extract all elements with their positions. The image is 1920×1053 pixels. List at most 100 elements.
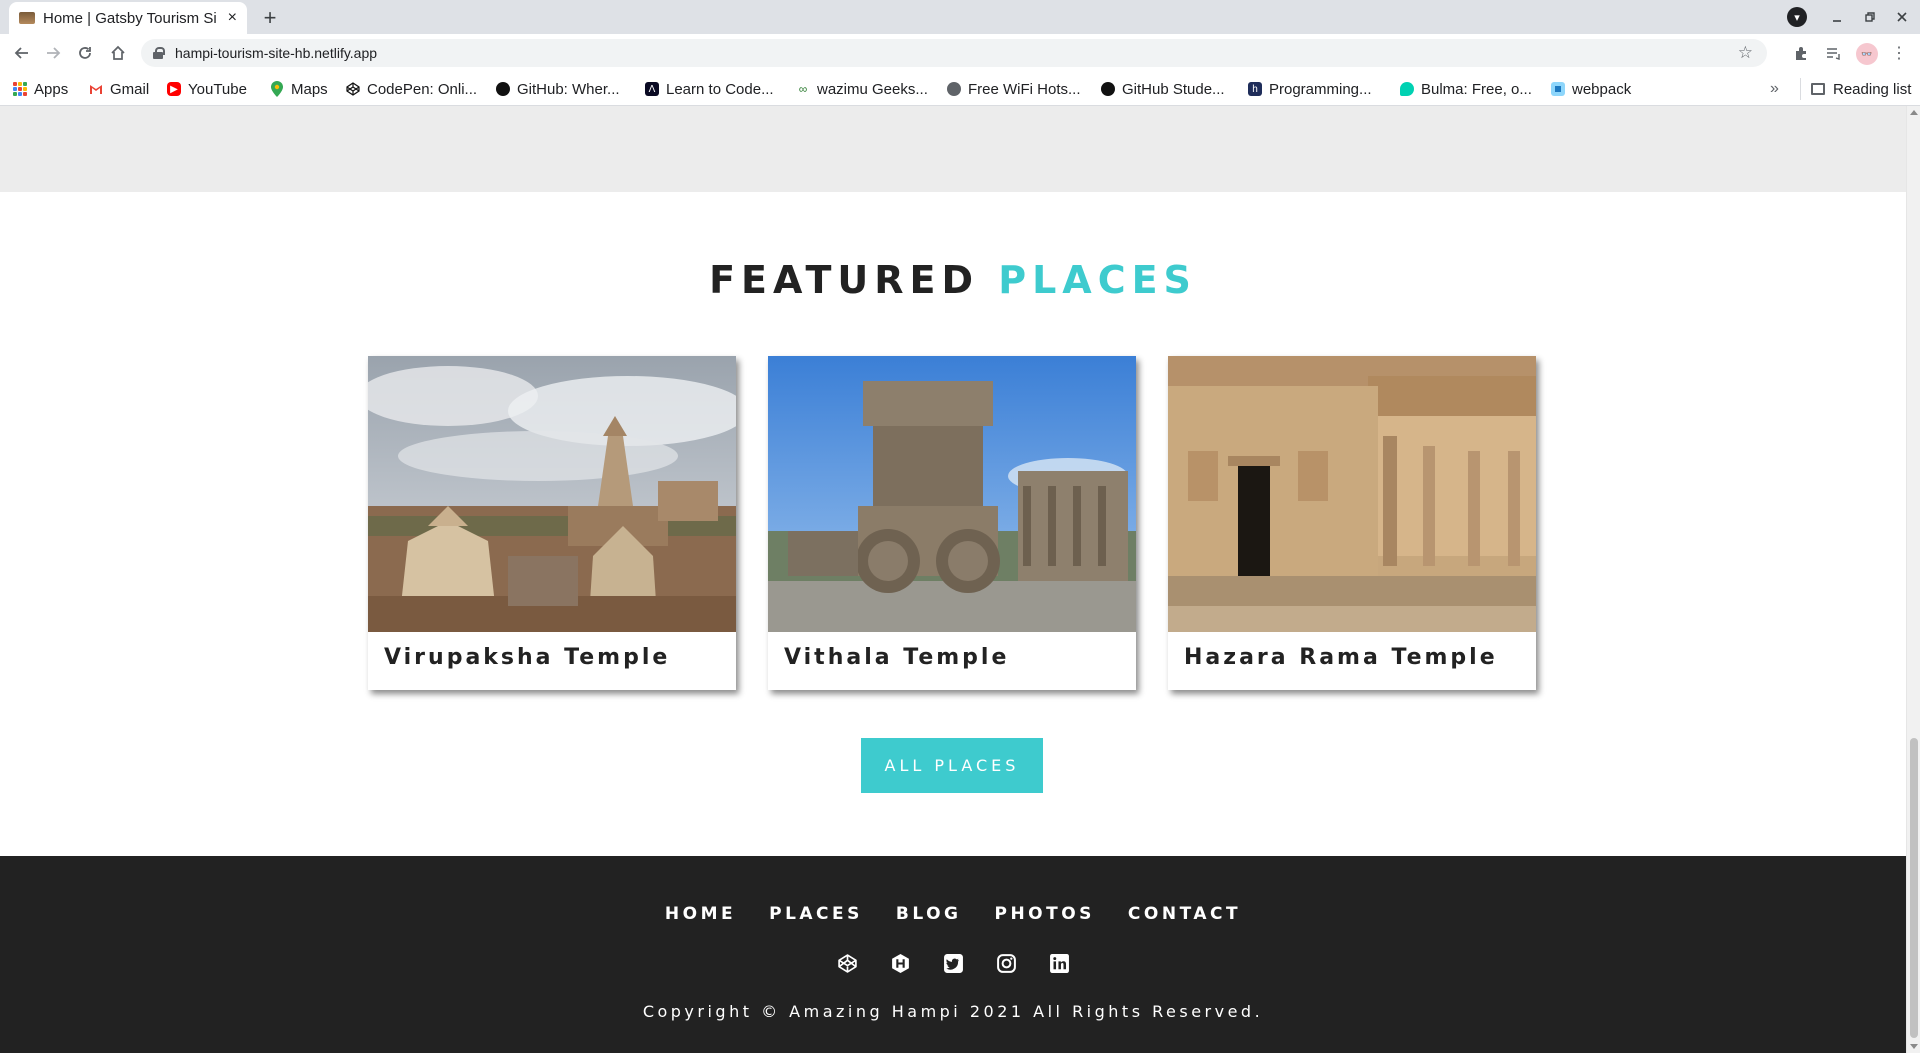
place-name[interactable]: Virupaksha Temple bbox=[384, 645, 670, 670]
place-image-virupaksha[interactable] bbox=[368, 356, 736, 632]
scrollbar-thumb[interactable] bbox=[1910, 738, 1918, 1038]
footer-link-home[interactable]: HOME bbox=[665, 904, 736, 924]
media-control-icon[interactable]: ▾ bbox=[1787, 7, 1807, 27]
footer-link-photos[interactable]: PHOTOS bbox=[994, 904, 1094, 924]
scroll-up-arrow-icon[interactable] bbox=[1910, 110, 1918, 115]
tab-strip: Home | Gatsby Tourism Si × + ▾ bbox=[0, 0, 1920, 34]
bookmark-label: webpack bbox=[1572, 80, 1632, 98]
bookmark-github-student[interactable]: GitHub Stude... bbox=[1101, 78, 1225, 100]
reload-icon[interactable] bbox=[72, 40, 98, 66]
wazimu-icon: ∞ bbox=[798, 82, 808, 96]
home-icon[interactable] bbox=[105, 40, 131, 66]
lock-icon bbox=[153, 47, 165, 59]
menu-kebab-icon[interactable]: ⋮ bbox=[1888, 42, 1910, 64]
reading-list-icon bbox=[1811, 83, 1825, 95]
webpack-icon bbox=[1551, 82, 1565, 96]
bookmark-free-wifi[interactable]: Free WiFi Hots... bbox=[947, 78, 1081, 100]
bookmark-gmail[interactable]: Gmail bbox=[89, 78, 149, 100]
place-card-hazara-rama[interactable]: Hazara Rama Temple bbox=[1168, 356, 1536, 690]
heading-accent: PLACES bbox=[998, 258, 1197, 302]
site-favicon-icon bbox=[19, 12, 35, 24]
minimize-icon[interactable] bbox=[1826, 6, 1848, 28]
bookmark-label: Apps bbox=[34, 80, 69, 98]
linkedin-icon[interactable] bbox=[1049, 953, 1070, 974]
github-icon bbox=[1101, 82, 1115, 96]
place-name[interactable]: Vithala Temple bbox=[784, 645, 1009, 670]
bookmark-label: Gmail bbox=[110, 80, 150, 98]
codepen-icon bbox=[346, 82, 360, 96]
bulma-icon bbox=[1400, 82, 1414, 96]
footer-link-places[interactable]: PLACES bbox=[769, 904, 863, 924]
bookmark-label: Free WiFi Hots... bbox=[968, 80, 1081, 98]
place-card-virupaksha[interactable]: Virupaksha Temple bbox=[368, 356, 736, 690]
bookmark-label: Programming... bbox=[1269, 80, 1372, 98]
hashnode-icon[interactable] bbox=[890, 953, 911, 974]
bookmark-label: wazimu Geeks... bbox=[817, 80, 928, 98]
address-bar[interactable]: hampi-tourism-site-hb.netlify.app ☆ bbox=[141, 39, 1767, 67]
previous-section-band bbox=[0, 106, 1906, 192]
forward-icon[interactable] bbox=[40, 40, 66, 66]
tab-close-icon[interactable]: × bbox=[228, 9, 237, 27]
browser-tab-active[interactable]: Home | Gatsby Tourism Si × bbox=[9, 2, 247, 34]
bookmark-wazimu[interactable]: ∞ wazimu Geeks... bbox=[796, 78, 928, 100]
twitter-icon[interactable] bbox=[943, 953, 964, 974]
url-text: hampi-tourism-site-hb.netlify.app bbox=[175, 45, 378, 61]
tab-title: Home | Gatsby Tourism Si bbox=[43, 9, 217, 27]
place-name[interactable]: Hazara Rama Temple bbox=[1184, 645, 1498, 670]
bookmark-maps[interactable]: Maps bbox=[270, 78, 328, 100]
extensions-icon[interactable] bbox=[1790, 42, 1812, 64]
bookmark-label: CodePen: Onli... bbox=[367, 80, 478, 98]
bookmark-github[interactable]: GitHub: Wher... bbox=[496, 78, 620, 100]
bookmark-apps[interactable]: Apps bbox=[13, 78, 68, 100]
bookmark-star-icon[interactable]: ☆ bbox=[1738, 43, 1753, 63]
featured-places-heading: FEATURED PLACES bbox=[0, 258, 1906, 302]
site-footer: HOME PLACES BLOG PHOTOS CONTACT Copyrigh bbox=[0, 856, 1906, 1053]
restore-icon[interactable] bbox=[1859, 6, 1881, 28]
bookmark-bulma[interactable]: Bulma: Free, o... bbox=[1400, 78, 1532, 100]
bookmarks-overflow-icon[interactable]: » bbox=[1770, 80, 1779, 98]
apps-grid-icon bbox=[13, 82, 27, 96]
all-places-button[interactable]: ALL PLACES bbox=[861, 738, 1043, 793]
media-queue-icon[interactable] bbox=[1822, 42, 1844, 64]
copyright-text: Copyright © Amazing Hampi 2021 All Right… bbox=[642, 1002, 1264, 1021]
freecodecamp-icon: Λ bbox=[645, 82, 659, 96]
globe-icon bbox=[947, 82, 961, 96]
bookmark-label: GitHub: Wher... bbox=[517, 80, 620, 98]
back-icon[interactable] bbox=[9, 40, 35, 66]
maps-icon bbox=[270, 81, 284, 97]
reading-list-button[interactable]: Reading list bbox=[1800, 78, 1911, 100]
youtube-icon: ▶ bbox=[167, 82, 181, 96]
gmail-icon bbox=[89, 82, 103, 96]
bookmark-youtube[interactable]: ▶ YouTube bbox=[167, 78, 247, 100]
bookmark-freecodecamp[interactable]: Λ Learn to Code... bbox=[645, 78, 774, 100]
place-image-vithala[interactable] bbox=[768, 356, 1136, 632]
bookmark-label: Bulma: Free, o... bbox=[1421, 80, 1532, 98]
footer-link-contact[interactable]: CONTACT bbox=[1128, 904, 1241, 924]
new-tab-button[interactable]: + bbox=[256, 4, 284, 32]
browser-toolbar: hampi-tourism-site-hb.netlify.app ☆ 👓 ⋮ bbox=[0, 34, 1920, 72]
heading-main: FEATURED bbox=[709, 258, 979, 302]
bookmark-label: YouTube bbox=[188, 80, 247, 98]
reading-list-label: Reading list bbox=[1833, 80, 1912, 98]
place-image-hazara-rama[interactable] bbox=[1168, 356, 1536, 632]
codepen-icon[interactable] bbox=[837, 953, 858, 974]
bookmark-label: Learn to Code... bbox=[666, 80, 774, 98]
bookmark-webpack[interactable]: webpack bbox=[1551, 78, 1631, 100]
bookmark-label: GitHub Stude... bbox=[1122, 80, 1225, 98]
social-links bbox=[0, 953, 1906, 974]
bookmark-codepen[interactable]: CodePen: Onli... bbox=[346, 78, 477, 100]
page-scrollbar[interactable] bbox=[1906, 106, 1920, 1053]
scroll-down-arrow-icon[interactable] bbox=[1910, 1044, 1918, 1049]
close-window-icon[interactable] bbox=[1891, 6, 1913, 28]
hashnode-h-icon: h bbox=[1248, 82, 1262, 96]
bookmarks-bar: Apps Gmail ▶ YouTube Maps CodePen: Onli.… bbox=[0, 72, 1920, 106]
profile-avatar[interactable]: 👓 bbox=[1856, 43, 1878, 65]
github-icon bbox=[496, 82, 510, 96]
footer-nav: HOME PLACES BLOG PHOTOS CONTACT bbox=[0, 904, 1906, 924]
place-card-vithala[interactable]: Vithala Temple bbox=[768, 356, 1136, 690]
footer-link-blog[interactable]: BLOG bbox=[896, 904, 962, 924]
bookmark-label: Maps bbox=[291, 80, 328, 98]
featured-cards: Virupaksha Temple Vithala Temple Hazara … bbox=[368, 356, 1536, 692]
bookmark-programming[interactable]: h Programming... bbox=[1248, 78, 1372, 100]
instagram-icon[interactable] bbox=[996, 953, 1017, 974]
